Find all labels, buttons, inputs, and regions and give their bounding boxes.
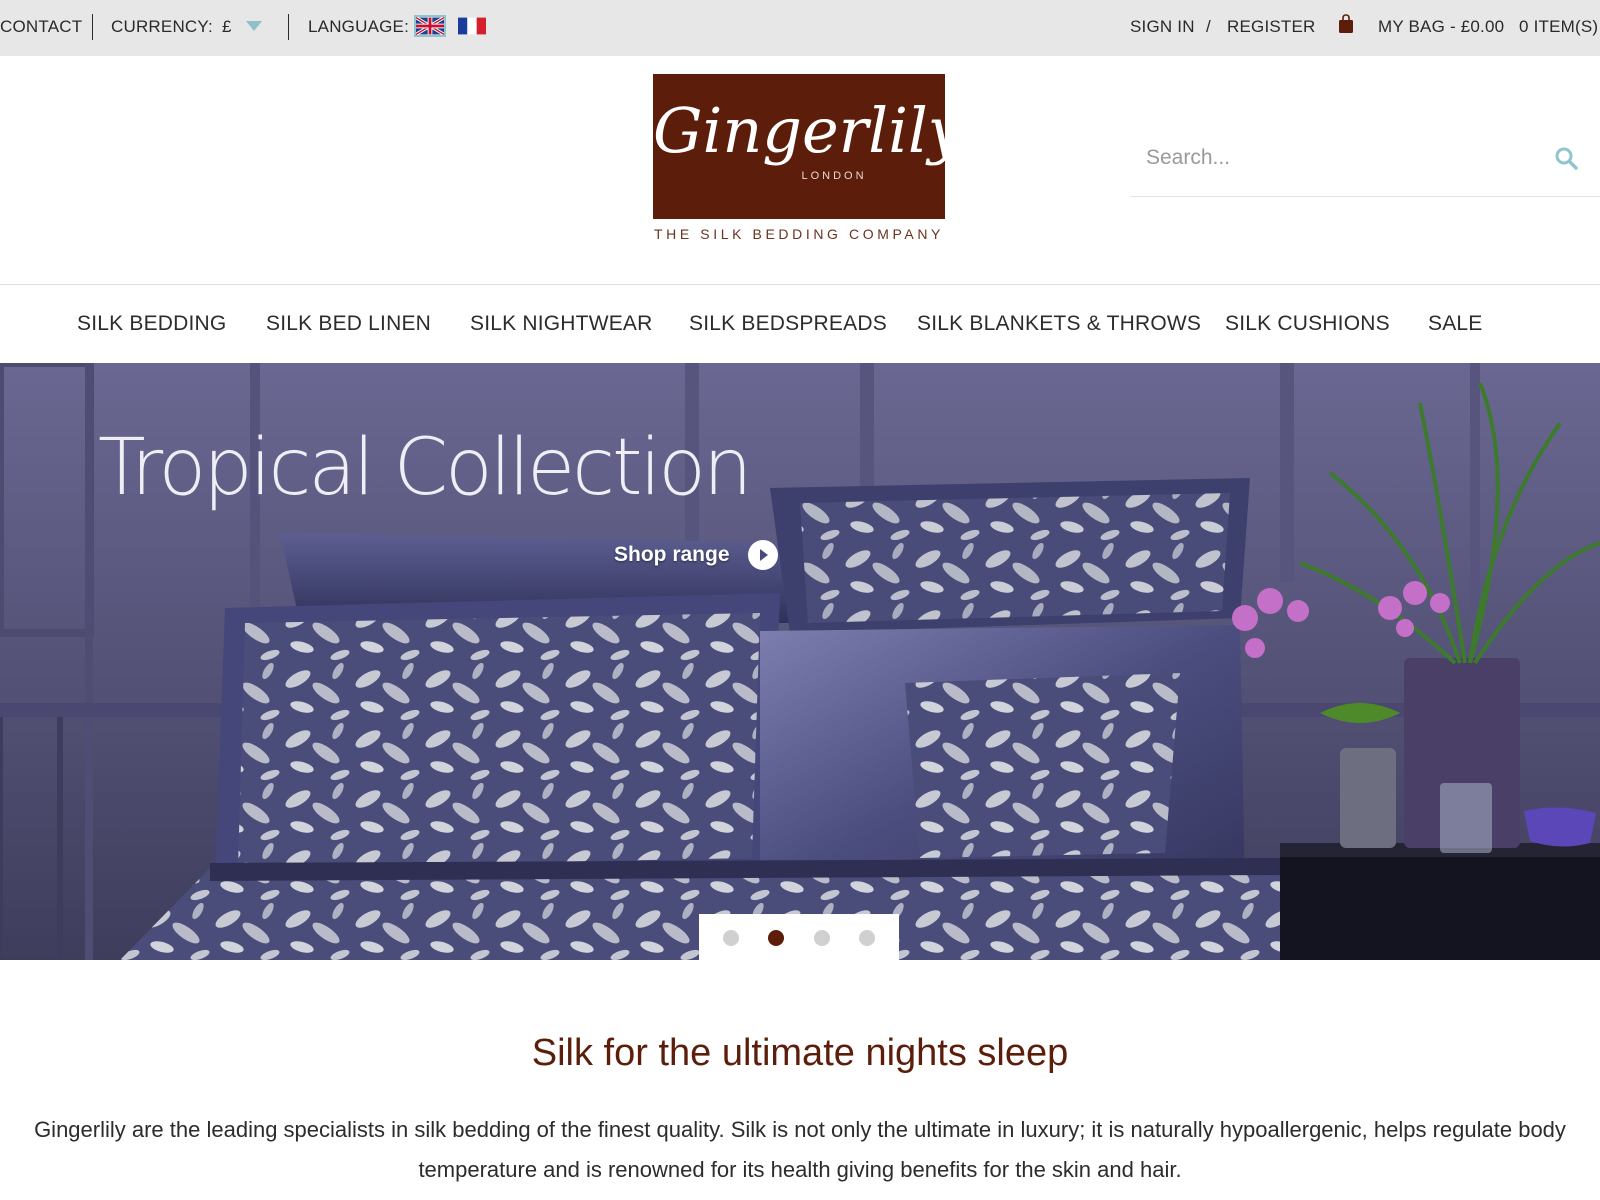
nav-silk-bedspreads[interactable]: SILK BEDSPREADS [689,311,887,337]
search-bar [1130,130,1600,197]
language-label: LANGUAGE: [308,17,409,36]
logo-subtitle: LONDON [801,170,867,182]
contact-link[interactable]: CONTACT [0,17,82,37]
slide-dot-4[interactable] [859,930,875,946]
currency-value[interactable]: £ [222,17,232,37]
hero-title: Tropical Collection [98,423,752,513]
shopping-bag-icon[interactable] [1338,14,1354,34]
logo-wordmark: Gingerlily [653,94,963,167]
nav-silk-bedding[interactable]: SILK BEDDING [77,311,226,337]
play-arrow-icon [747,540,778,570]
slide-dot-1[interactable] [723,930,739,946]
slide-dot-3[interactable] [814,930,830,946]
divider [92,14,93,40]
site-logo[interactable]: Gingerlily LONDON [653,74,963,219]
utility-bar: CONTACT CURRENCY: £ LANGUAGE: SIGN IN / … [0,0,1600,56]
sign-in-link[interactable]: SIGN IN [1130,17,1195,37]
france-flag-icon[interactable] [458,17,486,35]
intro-heading: Silk for the ultimate nights sleep [531,1032,1069,1074]
logo-tagline: THE SILK BEDDING COMPANY [654,226,944,242]
shop-range-button[interactable]: Shop range [614,537,778,573]
main-navigation: SILK BEDDING SILK BED LINEN SILK NIGHTWE… [0,285,1600,363]
nav-silk-nightwear[interactable]: SILK NIGHTWEAR [470,311,653,337]
bag-item-count[interactable]: 0 ITEM(S) [1519,17,1598,37]
search-input[interactable] [1142,138,1530,178]
slide-dot-2[interactable] [768,930,784,946]
slash-separator: / [1206,17,1211,36]
nav-silk-bed-linen[interactable]: SILK BED LINEN [266,311,431,337]
chevron-down-icon[interactable] [246,21,262,31]
uk-flag-icon[interactable] [414,15,446,37]
search-icon[interactable] [1552,144,1582,174]
currency-label: CURRENCY: [111,17,213,36]
nav-sale[interactable]: SALE [1428,311,1483,337]
slider-pagination [699,914,899,960]
shop-range-label: Shop range [614,543,730,566]
intro-paragraph: Gingerlily are the leading specialists i… [34,1117,1566,1182]
hero-slider[interactable]: Tropical Collection Shop range [0,363,1600,960]
nav-silk-blankets-throws[interactable]: SILK BLANKETS & THROWS [917,311,1201,337]
register-link[interactable]: REGISTER [1227,17,1316,37]
my-bag-link[interactable]: MY BAG - £0.00 [1378,17,1504,37]
nav-silk-cushions[interactable]: SILK CUSHIONS [1225,311,1390,337]
divider [288,14,289,40]
